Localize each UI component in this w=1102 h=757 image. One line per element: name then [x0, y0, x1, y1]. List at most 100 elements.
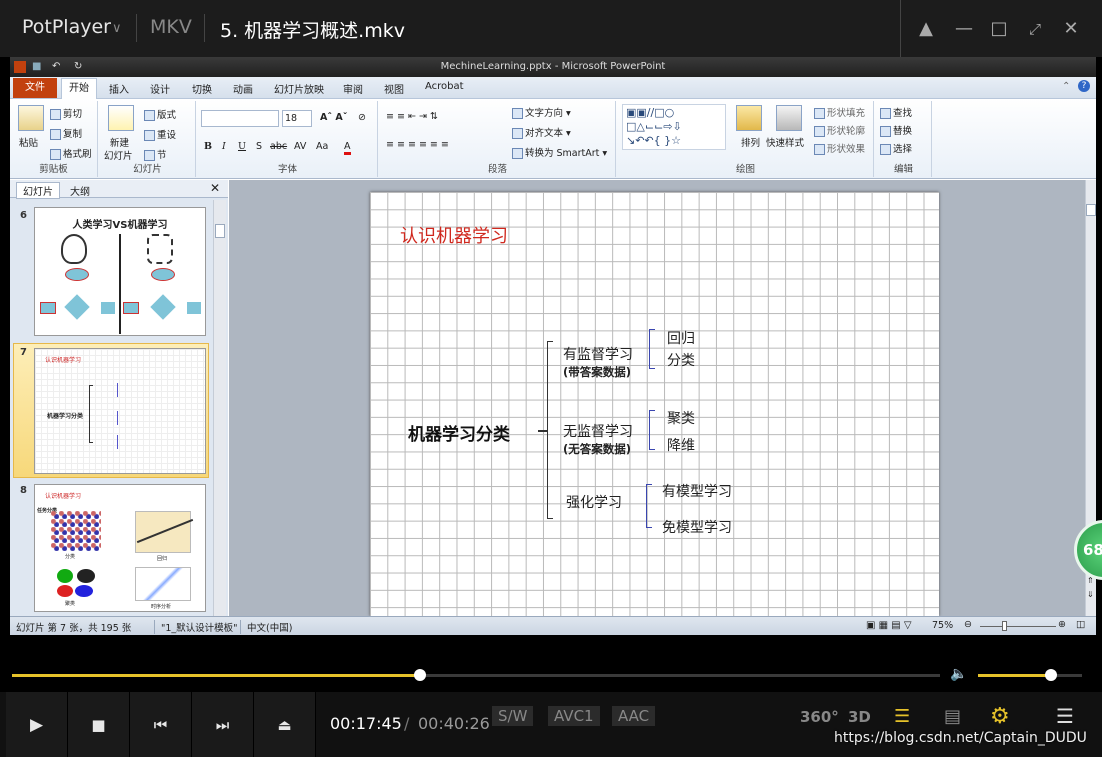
- slide-canvas[interactable]: 认识机器学习 机器学习分类 有监督学习 (带答案数据) 回归 分类 无监督学习 …: [370, 192, 939, 616]
- tab-slides[interactable]: 幻灯片: [16, 182, 60, 199]
- shadow-icon[interactable]: S: [256, 141, 262, 152]
- new-slide-button[interactable]: 新建: [110, 135, 129, 149]
- bullets-icon[interactable]: ≡ ≡ ⇤ ⇥ ⇅: [386, 111, 438, 122]
- tab-insert[interactable]: 插入: [109, 81, 129, 96]
- fullscreen-icon[interactable]: ⤢: [1015, 0, 1055, 57]
- speaker-icon[interactable]: 🔈: [950, 666, 967, 682]
- close-icon[interactable]: ✕: [1051, 0, 1091, 57]
- thumbnail-scrollbar[interactable]: [213, 200, 226, 616]
- app-name-menu[interactable]: PotPlayer: [22, 16, 111, 38]
- copy-button[interactable]: 复制: [50, 126, 82, 140]
- pin-icon[interactable]: ▲: [906, 0, 946, 57]
- play-icon[interactable]: ▶: [6, 692, 68, 757]
- tab-file[interactable]: 文件: [13, 78, 57, 98]
- maximize-icon[interactable]: □: [979, 0, 1019, 57]
- branch-sub: (无答案数据): [563, 442, 632, 456]
- previous-icon[interactable]: ⏮: [130, 692, 192, 757]
- layout-icon: [144, 110, 155, 121]
- chevron-down-icon[interactable]: ∨: [112, 21, 122, 36]
- save-icon[interactable]: ■: [32, 57, 41, 77]
- language[interactable]: 中文(中国): [240, 620, 292, 634]
- shape-effects-button[interactable]: 形状效果: [814, 141, 865, 155]
- search-subtitle-icon[interactable]: ☰: [894, 706, 910, 727]
- paste-icon: [18, 105, 44, 131]
- audio-codec-badge[interactable]: AAC: [612, 706, 656, 726]
- tab-review[interactable]: 审阅: [343, 81, 363, 96]
- bold-icon[interactable]: B: [204, 141, 212, 152]
- zoom-level[interactable]: 75%: [932, 620, 953, 631]
- scrollbar-thumb[interactable]: [215, 224, 225, 238]
- char-spacing-icon[interactable]: AV: [294, 141, 306, 152]
- zoom-slider[interactable]: [980, 626, 1056, 627]
- help-icon[interactable]: ?: [1078, 80, 1090, 92]
- cut-button[interactable]: 剪切: [50, 106, 82, 120]
- quick-styles-button[interactable]: 快速样式: [766, 135, 804, 149]
- video-codec-badge[interactable]: AVC1: [548, 706, 600, 726]
- minimize-icon[interactable]: —: [944, 0, 984, 57]
- zoom-slider-thumb[interactable]: [1002, 621, 1007, 631]
- font-name-select[interactable]: [201, 110, 279, 127]
- section-button[interactable]: 节: [144, 147, 167, 161]
- align-icons[interactable]: ≡ ≡ ≡ ≡ ≡ ≡: [386, 139, 449, 150]
- tab-outline[interactable]: 大纲: [70, 183, 90, 198]
- stop-icon[interactable]: ■: [68, 692, 130, 757]
- tab-view[interactable]: 视图: [384, 81, 404, 96]
- slide-thumbnail-7[interactable]: 认识机器学习 机器学习分类: [34, 348, 206, 474]
- change-case-icon[interactable]: Aa: [316, 141, 328, 152]
- tab-slideshow[interactable]: 幻灯片放映: [274, 81, 324, 96]
- 3d-icon[interactable]: 3D: [848, 708, 871, 726]
- arrange-button[interactable]: 排列: [741, 135, 760, 149]
- text-direction-button[interactable]: 文字方向 ▾: [512, 105, 571, 119]
- undo-icon[interactable]: ↶: [52, 57, 60, 77]
- tab-home[interactable]: 开始: [61, 78, 97, 100]
- tab-acrobat[interactable]: Acrobat: [425, 81, 464, 92]
- smartart-button[interactable]: 转换为 SmartArt ▾: [512, 145, 607, 159]
- font-color-icon[interactable]: A: [344, 141, 351, 155]
- next-slide-icon[interactable]: ⇓: [1087, 590, 1094, 599]
- paste-button[interactable]: 粘贴: [19, 135, 38, 149]
- tab-design[interactable]: 设计: [150, 81, 170, 96]
- font-size-select[interactable]: 18: [282, 110, 312, 127]
- grow-font-icon[interactable]: Aˆ Aˇ: [320, 112, 348, 123]
- minimize-ribbon-icon[interactable]: ⌃: [1062, 81, 1070, 92]
- replace-button[interactable]: 替换: [880, 123, 912, 137]
- decoder-badge[interactable]: S/W: [492, 706, 534, 726]
- theme-name[interactable]: "1_默认设计模板": [154, 620, 238, 634]
- new-slide-label2[interactable]: 幻灯片: [104, 148, 133, 162]
- align-text-button[interactable]: 对齐文本 ▾: [512, 125, 571, 139]
- layout-button[interactable]: 版式: [144, 107, 176, 121]
- close-icon[interactable]: ✕: [210, 181, 220, 195]
- gear-icon[interactable]: ⚙: [990, 704, 1010, 729]
- tab-transitions[interactable]: 切换: [192, 81, 212, 96]
- shapes-gallery[interactable]: ▣▣∕∕□○ □△⌙⌙⇨⇩ ↘↶↶{ }☆: [622, 104, 726, 150]
- eject-icon[interactable]: ⏏: [254, 692, 316, 757]
- underline-icon[interactable]: U: [238, 141, 246, 152]
- zoom-out-icon[interactable]: ⊖: [964, 619, 972, 630]
- fit-window-icon[interactable]: ◫: [1076, 619, 1085, 630]
- select-button[interactable]: 选择: [880, 141, 912, 155]
- shape-fill-button[interactable]: 形状填充: [814, 105, 865, 119]
- italic-icon[interactable]: I: [222, 141, 226, 152]
- reset-button[interactable]: 重设: [144, 127, 176, 141]
- menu-icon[interactable]: ☰: [1056, 704, 1074, 728]
- playlist-icon[interactable]: ▤: [944, 706, 961, 727]
- strikethrough-icon[interactable]: abc: [270, 141, 287, 152]
- next-icon[interactable]: ⏭: [192, 692, 254, 757]
- vr-360-icon[interactable]: 360°: [800, 708, 839, 726]
- find-button[interactable]: 查找: [880, 105, 912, 119]
- flow-box: [123, 302, 139, 314]
- zoom-in-icon[interactable]: ⊕: [1058, 619, 1066, 630]
- clear-format-icon[interactable]: ⊘: [358, 112, 366, 123]
- slide-thumbnail-8[interactable]: 认识机器学习 任务分类 分类 回归 聚类 时序分析: [34, 484, 206, 612]
- shape-outline-button[interactable]: 形状轮廓: [814, 123, 865, 137]
- flow-diamond: [150, 294, 176, 320]
- tab-animations[interactable]: 动画: [233, 81, 253, 96]
- redo-icon[interactable]: ↻: [74, 57, 82, 77]
- seek-area: [0, 657, 1102, 697]
- slide-thumbnail-6[interactable]: 人类学习VS机器学习: [34, 207, 206, 336]
- pane-tabs: 幻灯片 大纲 ✕: [10, 180, 228, 199]
- format-painter-button[interactable]: 格式刷: [50, 146, 92, 160]
- volume-handle[interactable]: [1044, 669, 1057, 681]
- view-buttons[interactable]: ▣ ▦ ▤ ▽: [866, 620, 912, 631]
- scrollbar-thumb[interactable]: [1086, 204, 1096, 216]
